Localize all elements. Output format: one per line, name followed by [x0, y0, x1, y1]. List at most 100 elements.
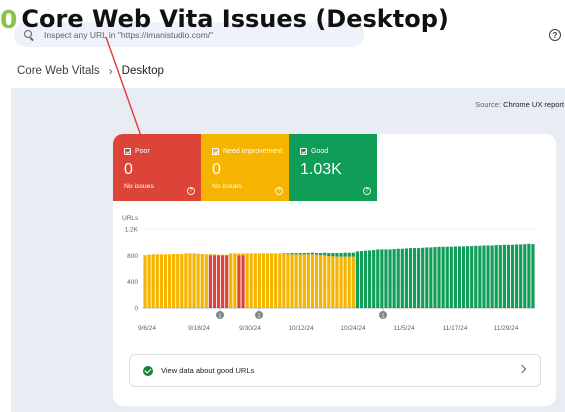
help-icon[interactable]: ?: [363, 187, 371, 195]
bar-good: [380, 249, 384, 308]
bar-good: [282, 253, 286, 255]
bar-need-improvement: [302, 254, 306, 308]
bar-good: [474, 245, 478, 308]
breadcrumb-parent[interactable]: Core Web Vitals: [17, 65, 100, 77]
bar-need-improvement: [163, 254, 168, 308]
bar-good: [482, 245, 486, 308]
bar-good: [343, 252, 347, 257]
help-icon[interactable]: ?: [187, 187, 195, 195]
bar-need-improvement: [176, 254, 180, 308]
bar-good: [368, 250, 372, 308]
bar-need-improvement: [208, 254, 212, 256]
bar-good: [310, 252, 315, 255]
bar-good: [331, 253, 335, 257]
bar-need-improvement: [147, 254, 151, 308]
annotation-label: 1: [257, 313, 260, 319]
bar-good: [396, 248, 400, 308]
bar-need-improvement: [155, 254, 159, 308]
bar-good: [412, 248, 417, 308]
x-tick-label: 11/5/24: [393, 325, 415, 332]
bar-need-improvement: [143, 255, 147, 308]
breadcrumb-current: Desktop: [121, 65, 164, 77]
view-good-urls-link[interactable]: View data about good URLs: [129, 354, 541, 387]
bar-poor: [237, 255, 241, 308]
help-icon[interactable]: ?: [549, 29, 561, 41]
bar-need-improvement: [241, 253, 245, 256]
tile-good-label: Good: [311, 147, 329, 155]
bar-need-improvement: [249, 253, 253, 308]
annotation-label: 1: [218, 313, 221, 319]
annotation-label: 1: [381, 313, 384, 319]
bar-good: [433, 247, 437, 308]
cwv-card: Poor 0 No issues ? Need improvement 0 No…: [113, 134, 556, 406]
bar-good: [359, 251, 364, 308]
bar-need-improvement: [221, 254, 225, 256]
help-icon[interactable]: ?: [275, 187, 283, 195]
checkbox-poor[interactable]: [124, 147, 131, 155]
bar-need-improvement: [343, 256, 347, 308]
source-value: Chrome UX report: [503, 100, 564, 109]
bar-good: [306, 253, 310, 255]
bar-good: [421, 247, 425, 308]
bar-need-improvement: [306, 254, 310, 308]
bar-good: [457, 246, 462, 308]
bar-good: [470, 246, 474, 308]
bar-need-improvement: [237, 253, 241, 256]
bar-need-improvement: [335, 256, 339, 308]
bar-need-improvement: [314, 254, 319, 308]
bar-need-improvement: [204, 254, 208, 308]
x-tick-label: 9/18/24: [188, 325, 210, 332]
checkbox-good[interactable]: [300, 147, 307, 155]
tile-good-count: 1.03K: [300, 161, 342, 178]
bar-need-improvement: [180, 254, 184, 308]
bar-good: [494, 245, 498, 308]
x-tick-label: 9/6/24: [138, 325, 156, 332]
bar-need-improvement: [200, 254, 204, 308]
bar-good: [466, 246, 470, 308]
bar-good: [290, 253, 294, 255]
bar-good: [294, 253, 298, 255]
bar-need-improvement: [261, 253, 266, 308]
bar-need-improvement: [245, 253, 249, 308]
bar-good: [404, 248, 408, 308]
source-label: Source:: [475, 100, 502, 109]
bar-good: [400, 248, 404, 308]
tile-poor[interactable]: Poor 0 No issues ?: [113, 134, 201, 201]
bar-good: [327, 253, 331, 256]
bar-need-improvement: [188, 253, 192, 308]
bar-good: [429, 247, 433, 308]
checkbox-need-improvement[interactable]: [212, 147, 219, 155]
breadcrumb: Core Web Vitals › Desktop: [17, 64, 164, 78]
bar-need-improvement: [167, 254, 172, 308]
bar-good: [363, 250, 368, 308]
bar-need-improvement: [257, 253, 261, 308]
bar-good: [449, 246, 453, 308]
tile-poor-label: Poor: [135, 147, 150, 155]
tile-good[interactable]: Good 1.03K ?: [289, 134, 377, 201]
bar-need-improvement: [347, 256, 351, 308]
bar-good: [323, 252, 327, 256]
bar-need-improvement: [151, 254, 155, 308]
bar-poor: [241, 255, 245, 308]
bar-good: [498, 245, 502, 308]
y-tick-label: 0: [134, 306, 138, 313]
bar-poor: [221, 255, 225, 308]
overlay-heading: Core Web Vita Issues (Desktop): [21, 5, 449, 33]
bar-good: [527, 243, 531, 308]
bar-good: [376, 249, 380, 308]
y-tick-label: 400: [127, 279, 138, 286]
bar-good: [408, 248, 413, 308]
bar-good: [384, 249, 388, 308]
bar-good: [355, 251, 359, 308]
bar-need-improvement: [253, 253, 257, 308]
bar-need-improvement: [282, 254, 286, 308]
bar-need-improvement: [323, 255, 327, 308]
bar-need-improvement: [319, 255, 323, 308]
y-tick-label: 800: [127, 253, 138, 260]
tile-need-improvement[interactable]: Need improvement 0 No issues ?: [201, 134, 289, 201]
chart-area: URLs 1.2K 800 400 0 9/6/24 9/18/24 9/30/24 10/12…: [113, 210, 556, 340]
x-tick-label: 10/24/24: [340, 325, 366, 332]
bar-need-improvement: [278, 253, 282, 308]
bar-good: [445, 246, 449, 308]
bar-need-improvement: [212, 254, 217, 256]
